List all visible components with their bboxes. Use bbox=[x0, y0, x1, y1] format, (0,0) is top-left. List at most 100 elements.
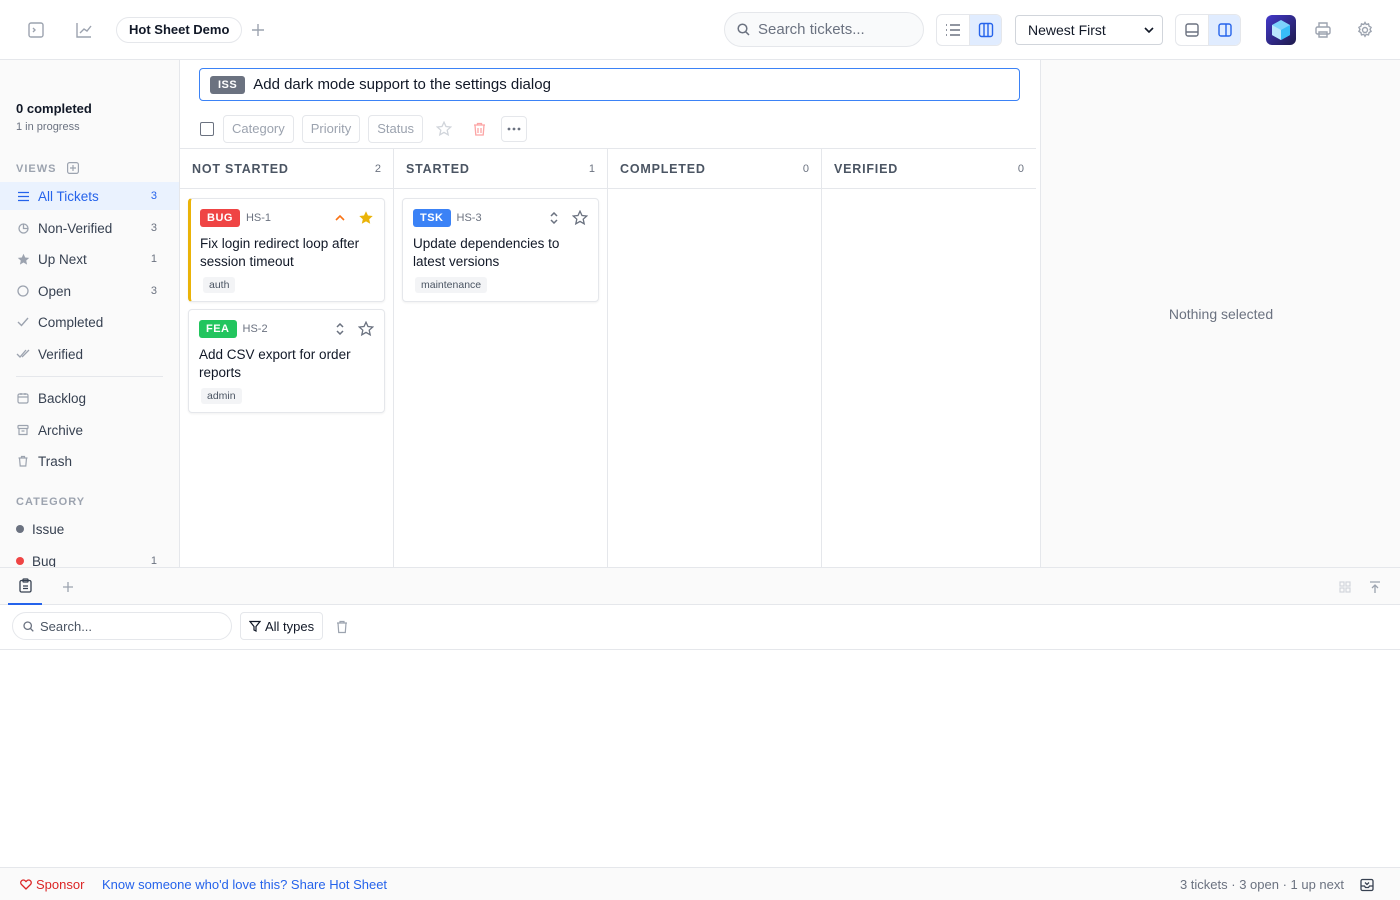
ticket-card[interactable]: TSK HS-3 Update dependencies to latest v… bbox=[402, 198, 599, 302]
clipboard-tab[interactable] bbox=[8, 568, 42, 605]
board-view-icon[interactable] bbox=[969, 15, 1001, 45]
side-panel-icon[interactable] bbox=[1208, 15, 1240, 45]
star-outline-icon[interactable] bbox=[356, 319, 376, 339]
sidebar: 0 completed 1 in progress VIEWS All Tick… bbox=[0, 60, 180, 567]
sidebar-item-label: Archive bbox=[38, 422, 84, 438]
all-types-filter[interactable]: All types bbox=[240, 612, 324, 640]
search-input[interactable] bbox=[724, 12, 924, 47]
print-icon[interactable] bbox=[1313, 20, 1333, 40]
sponsor-label: Sponsor bbox=[36, 877, 85, 892]
ticket-toolbar: Category Priority Status bbox=[199, 115, 528, 143]
new-ticket-input[interactable]: ISS bbox=[199, 68, 1020, 101]
completed-summary: 0 completed bbox=[16, 101, 92, 116]
heart-icon bbox=[20, 879, 32, 890]
sort-select[interactable]: Newest First bbox=[1015, 15, 1163, 45]
sidebar-item-completed[interactable]: Completed bbox=[0, 308, 179, 336]
sidebar-item-non-verified[interactable]: Non-Verified 3 bbox=[0, 214, 179, 242]
ticket-card[interactable]: FEA HS-2 Add CSV export for order report… bbox=[188, 309, 385, 413]
status-button[interactable]: Status bbox=[368, 115, 424, 143]
more-icon[interactable] bbox=[501, 116, 528, 142]
sidebar-item-backlog[interactable]: Backlog bbox=[0, 384, 179, 412]
priority-button[interactable]: Priority bbox=[301, 115, 361, 143]
add-tab-icon[interactable] bbox=[59, 578, 77, 596]
ticket-title: Fix login redirect loop after session ti… bbox=[200, 236, 360, 269]
column-header: NOT STARTED 2 bbox=[180, 149, 393, 189]
sidebar-item-label: Up Next bbox=[38, 251, 87, 267]
footer: Sponsor Know someone who'd love this? Sh… bbox=[0, 867, 1400, 900]
trash-icon bbox=[16, 454, 30, 468]
sidebar-item-archive[interactable]: Archive bbox=[0, 416, 179, 444]
sidebar-item-verified[interactable]: Verified bbox=[0, 340, 179, 368]
sidebar-item-trash[interactable]: Trash bbox=[0, 447, 179, 475]
sidebar-item-all-tickets[interactable]: All Tickets 3 bbox=[0, 182, 179, 210]
grid-icon[interactable] bbox=[1336, 578, 1354, 596]
detail-panel: Nothing selected bbox=[1040, 60, 1400, 567]
search-icon bbox=[737, 23, 750, 36]
priority-normal-icon[interactable] bbox=[544, 208, 564, 228]
search-field[interactable] bbox=[758, 21, 908, 38]
ticket-card[interactable]: BUG HS-1 Fix login redirect loop after s… bbox=[188, 198, 385, 302]
star-filled-icon[interactable] bbox=[356, 208, 376, 228]
delete-icon[interactable] bbox=[466, 116, 492, 142]
list-view-icon[interactable] bbox=[937, 15, 969, 45]
sidebar-item-category-issue[interactable]: Issue bbox=[0, 515, 179, 543]
column-title: COMPLETED bbox=[620, 161, 706, 176]
star-outline-icon[interactable] bbox=[431, 116, 457, 142]
maximize-panel-icon[interactable] bbox=[1366, 578, 1384, 596]
column-not-started: NOT STARTED 2 BUG HS-1 Fix login redirec… bbox=[180, 149, 394, 567]
filter-icon bbox=[249, 620, 261, 632]
select-all-checkbox[interactable] bbox=[200, 122, 214, 136]
category-heading: CATEGORY bbox=[16, 496, 86, 508]
column-title: NOT STARTED bbox=[192, 161, 289, 176]
star-icon bbox=[16, 252, 30, 266]
double-check-icon bbox=[16, 347, 30, 361]
sidebar-item-label: Issue bbox=[32, 521, 65, 537]
view-toggle bbox=[936, 14, 1002, 46]
sponsor-link[interactable]: Sponsor bbox=[20, 877, 84, 892]
column-count: 1 bbox=[588, 162, 595, 175]
app-logo[interactable] bbox=[1266, 15, 1296, 45]
terminal-icon[interactable] bbox=[26, 20, 46, 40]
sidebar-item-label: Bug bbox=[32, 553, 57, 568]
add-project-icon[interactable] bbox=[248, 20, 268, 40]
sidebar-item-category-bug[interactable]: Bug 1 bbox=[0, 547, 179, 567]
bottom-panel-icon[interactable] bbox=[1176, 15, 1208, 45]
column-title: STARTED bbox=[406, 161, 470, 176]
share-link[interactable]: Know someone who'd love this? Share Hot … bbox=[102, 877, 387, 892]
column-started: STARTED 1 TSK HS-3 Update dependencies t… bbox=[394, 149, 608, 567]
priority-high-icon[interactable] bbox=[330, 208, 350, 228]
sidebar-item-count: 3 bbox=[150, 285, 157, 297]
sidebar-item-count: 1 bbox=[150, 253, 157, 265]
layout-toggle bbox=[1175, 14, 1241, 46]
sidebar-item-label: Open bbox=[38, 283, 72, 299]
ticket-id: HS-2 bbox=[242, 323, 268, 335]
panel-search-field[interactable] bbox=[40, 618, 220, 634]
clear-trash-icon[interactable] bbox=[333, 618, 351, 636]
chart-icon[interactable] bbox=[74, 20, 94, 40]
gear-icon[interactable] bbox=[1355, 20, 1375, 40]
inbox-icon[interactable] bbox=[1359, 877, 1375, 893]
column-header: VERIFIED 0 bbox=[822, 149, 1036, 189]
sidebar-item-up-next[interactable]: Up Next 1 bbox=[0, 245, 179, 273]
priority-normal-icon[interactable] bbox=[330, 319, 350, 339]
star-outline-icon[interactable] bbox=[570, 208, 590, 228]
top-bar: Hot Sheet Demo Newest First bbox=[0, 0, 1400, 60]
bottom-panel-tabs bbox=[0, 567, 1400, 605]
in-progress-summary: 1 in progress bbox=[16, 121, 80, 133]
main-area: ISS Category Priority Status NOT STARTED… bbox=[180, 60, 1040, 567]
add-view-icon[interactable] bbox=[67, 162, 79, 174]
category-pill[interactable]: ISS bbox=[210, 75, 246, 94]
half-circle-icon bbox=[16, 221, 30, 235]
ticket-id: HS-1 bbox=[245, 212, 272, 224]
category-badge: TSK bbox=[413, 209, 451, 227]
panel-search-input[interactable] bbox=[12, 612, 232, 640]
sidebar-item-count: 3 bbox=[150, 190, 157, 202]
kanban-board: NOT STARTED 2 BUG HS-1 Fix login redirec… bbox=[180, 148, 1036, 567]
new-ticket-title-field[interactable] bbox=[253, 76, 1019, 93]
project-tab[interactable]: Hot Sheet Demo bbox=[116, 17, 243, 43]
sidebar-item-label: Trash bbox=[38, 453, 73, 469]
sidebar-item-open[interactable]: Open 3 bbox=[0, 277, 179, 305]
category-button[interactable]: Category bbox=[223, 115, 294, 143]
sidebar-item-label: Backlog bbox=[38, 390, 87, 406]
all-types-label: All types bbox=[265, 618, 315, 634]
